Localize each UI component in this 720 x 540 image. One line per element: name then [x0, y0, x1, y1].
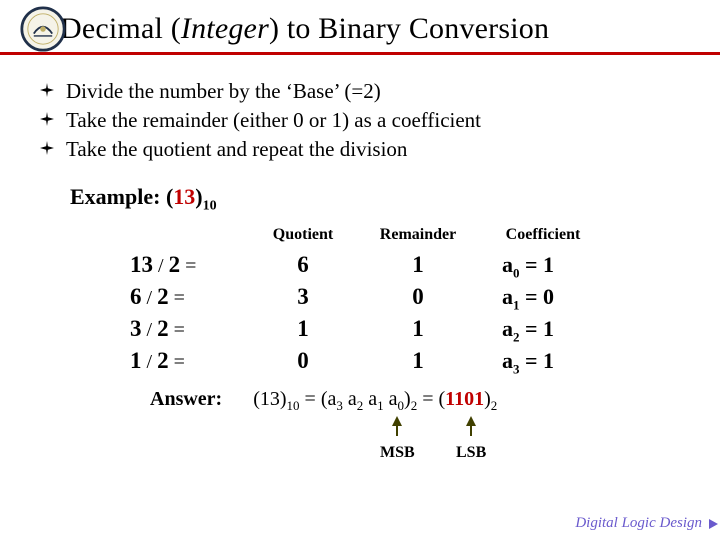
bullet-text: Take the remainder (either 0 or 1) as a … — [66, 108, 481, 133]
bit-labels: MSB LSB — [300, 444, 720, 468]
footer-text: Digital Logic Design — [575, 515, 702, 532]
answer-line: Answer: (13)10 = (a3 a2 a1 a0)2 = (1101)… — [0, 378, 720, 414]
coef-value: 0 — [543, 284, 554, 309]
op-text: / — [142, 351, 158, 373]
coef-eq: = — [520, 348, 544, 373]
col-quotient: Quotient — [248, 226, 358, 244]
bullet-item: Take the quotient and repeat the divisio… — [40, 137, 680, 162]
slide-title: Decimal (Integer) to Binary Conversion — [60, 12, 700, 46]
eq-text: = — [169, 319, 185, 341]
divisor: 2 — [157, 284, 169, 309]
bullet-item: Take the remainder (either 0 or 1) as a … — [40, 108, 680, 133]
quotient-cell: 1 — [248, 314, 358, 343]
coef-eq: = — [520, 252, 544, 277]
ans-eq2: = ( — [417, 388, 445, 410]
ans-lhs-base: 10 — [287, 398, 300, 413]
example-base: 10 — [203, 198, 217, 213]
bullet-text: Divide the number by the ‘Base’ (=2) — [66, 79, 381, 104]
dividend: 1 — [130, 348, 142, 373]
coefficient-cell: a2 = 1 — [478, 315, 628, 346]
arrow-up-icon — [466, 416, 476, 426]
quotient-cell: 3 — [248, 282, 358, 311]
ans-eq1: = (a — [300, 388, 337, 410]
title-suffix: ) to Binary Conversion — [269, 12, 549, 45]
bullet-text: Take the quotient and repeat the divisio… — [66, 137, 407, 162]
divisor: 2 — [169, 252, 181, 277]
coef-value: 1 — [543, 348, 554, 373]
divisor: 2 — [157, 348, 169, 373]
op-text: / — [142, 319, 158, 341]
title-italic: Integer — [181, 12, 269, 45]
remainder-cell: 1 — [358, 314, 478, 343]
coef-eq: = — [520, 284, 544, 309]
table-row: 3 / 2 = 1 1 a2 = 1 — [130, 314, 720, 346]
chevron-right-icon — [709, 519, 718, 529]
coef-value: 1 — [543, 252, 554, 277]
work-rows: 13 / 2 = 6 1 a0 = 1 6 / 2 = 3 0 a1 = 0 3… — [130, 250, 720, 378]
quotient-cell: 6 — [248, 250, 358, 279]
quotient-cell: 0 — [248, 346, 358, 375]
op-text: / — [153, 255, 169, 277]
division-cell: 6 / 2 = — [130, 282, 248, 312]
title-prefix: Decimal ( — [60, 12, 181, 45]
ans-lhs: (13) — [253, 388, 286, 410]
division-cell: 1 / 2 = — [130, 346, 248, 376]
ans-close3: ) — [484, 388, 491, 410]
eq-text: = — [169, 287, 185, 309]
dividend: 3 — [130, 316, 142, 341]
example-value: 13 — [173, 184, 195, 209]
star-cross-icon — [40, 83, 54, 102]
op-text: / — [142, 287, 158, 309]
remainder-cell: 1 — [358, 346, 478, 375]
dividend: 6 — [130, 284, 142, 309]
worked-example: Quotient Remainder Coefficient 13 / 2 = … — [0, 226, 720, 378]
seal-logo — [20, 6, 66, 52]
coef-a: a — [502, 284, 513, 309]
msb-label: MSB — [380, 444, 415, 462]
eq-text: = — [180, 255, 196, 277]
example-close: ) — [195, 184, 202, 209]
col-remainder: Remainder — [358, 226, 478, 244]
dividend: 13 — [130, 252, 153, 277]
arrow-annotations — [300, 416, 720, 444]
coef-a: a — [502, 316, 513, 341]
ans-binary: 1101 — [445, 388, 484, 410]
table-row: 6 / 2 = 3 0 a1 = 0 — [130, 282, 720, 314]
division-cell: 13 / 2 = — [130, 250, 248, 280]
coef-a: a — [502, 348, 513, 373]
division-cell: 3 / 2 = — [130, 314, 248, 344]
ans-close2: ) — [404, 388, 411, 410]
divisor: 2 — [157, 316, 169, 341]
ans-sp1: a — [343, 388, 357, 410]
table-row: 13 / 2 = 6 1 a0 = 1 — [130, 250, 720, 282]
coefficient-cell: a1 = 0 — [478, 283, 628, 314]
answer-expression: (13)10 = (a3 a2 a1 a0)2 = (1101)2 — [227, 388, 497, 410]
bullet-list: Divide the number by the ‘Base’ (=2) Tak… — [0, 55, 720, 176]
column-headers: Quotient Remainder Coefficient — [130, 226, 720, 244]
remainder-cell: 1 — [358, 250, 478, 279]
example-label: Example: ( — [70, 184, 173, 209]
coef-eq: = — [520, 316, 544, 341]
ans-sp3: a — [384, 388, 398, 410]
lsb-label: LSB — [456, 444, 486, 462]
remainder-cell: 0 — [358, 282, 478, 311]
example-heading: Example: (13)10 — [0, 176, 720, 226]
answer-label: Answer: — [150, 388, 222, 410]
eq-text: = — [169, 351, 185, 373]
coefficient-cell: a3 = 1 — [478, 347, 628, 378]
coefficient-cell: a0 = 1 — [478, 251, 628, 282]
coef-value: 1 — [543, 316, 554, 341]
spacer — [130, 226, 248, 244]
coef-a: a — [502, 252, 513, 277]
star-cross-icon — [40, 112, 54, 131]
col-coefficient: Coefficient — [478, 226, 608, 244]
star-cross-icon — [40, 141, 54, 160]
arrow-up-icon — [392, 416, 402, 426]
ans-sp2: a — [363, 388, 377, 410]
bullet-item: Divide the number by the ‘Base’ (=2) — [40, 79, 680, 104]
table-row: 1 / 2 = 0 1 a3 = 1 — [130, 346, 720, 378]
ans-rhs-base2: 2 — [491, 398, 498, 413]
